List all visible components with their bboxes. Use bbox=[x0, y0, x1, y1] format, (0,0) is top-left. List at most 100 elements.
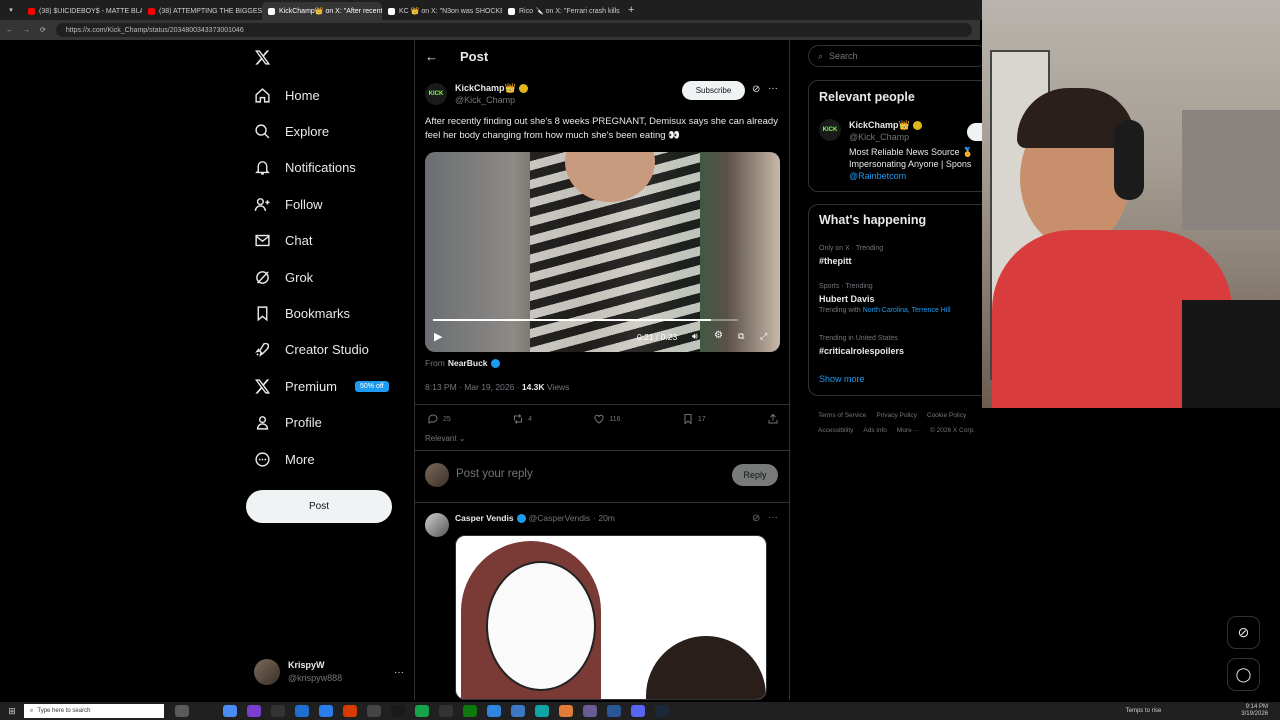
volume-icon[interactable]: 🔊︎ bbox=[692, 331, 698, 342]
post-author[interactable]: KICK KickChamp👑 @Kick_Champ bbox=[425, 82, 528, 106]
taskbar-app-icon[interactable] bbox=[343, 705, 357, 717]
back-arrow-icon[interactable]: ← bbox=[425, 49, 438, 64]
taskbar-app-icon[interactable] bbox=[463, 705, 477, 717]
like-action[interactable]: 116 bbox=[593, 413, 621, 425]
settings-icon[interactable]: ⚙ bbox=[714, 330, 723, 341]
footer-link[interactable]: More ··· bbox=[897, 427, 920, 434]
grok-float-button[interactable]: ⊘ bbox=[1227, 616, 1260, 649]
browser-tab[interactable]: (38) ATTEMPTING THE BIGGEST E× bbox=[142, 2, 262, 20]
taskbar-app-icon[interactable] bbox=[535, 705, 549, 717]
footer-link[interactable]: Privacy Policy bbox=[876, 412, 916, 419]
trend-extra[interactable]: North Carolina, Terrence Hill bbox=[863, 307, 951, 314]
like-count: 116 bbox=[609, 415, 621, 423]
post-timestamp[interactable]: 8:13 PM · Mar 19, 2026 · bbox=[425, 382, 522, 392]
taskbar-app-icon[interactable] bbox=[607, 705, 621, 717]
footer-link[interactable]: Terms of Service bbox=[818, 412, 866, 419]
taskbar-app-icon[interactable] bbox=[223, 705, 237, 717]
video-progress-track[interactable] bbox=[433, 319, 738, 321]
footer-link[interactable]: © 2026 X Corp. bbox=[930, 427, 975, 434]
reply-input[interactable]: Post your reply bbox=[456, 468, 533, 480]
back-icon[interactable]: ← bbox=[6, 27, 13, 34]
taskbar-app-icon[interactable] bbox=[319, 705, 333, 717]
tab-actions-icon[interactable]: ▾ bbox=[0, 6, 22, 14]
grok-icon[interactable]: ⊘ bbox=[752, 84, 760, 95]
footer-link[interactable]: Cookie Policy bbox=[927, 412, 966, 419]
repost-action[interactable]: 4 bbox=[512, 413, 532, 425]
replier-handle: @CasperVendis bbox=[528, 513, 591, 523]
replier-avatar[interactable] bbox=[425, 513, 449, 537]
more-dots-icon[interactable]: ··· bbox=[768, 83, 778, 94]
url-field[interactable]: https://x.com/Kick_Champ/status/20348003… bbox=[55, 23, 972, 37]
relevant-avatar[interactable]: KICK bbox=[819, 119, 841, 141]
taskbar-app-icon[interactable] bbox=[271, 705, 285, 717]
replier-name[interactable]: Casper Vendis bbox=[455, 513, 514, 523]
taskbar-app-icon[interactable] bbox=[559, 705, 573, 717]
nav-item-more[interactable]: More bbox=[246, 441, 315, 477]
taskbar-app-icon[interactable] bbox=[439, 705, 453, 717]
taskbar-app-icon[interactable] bbox=[487, 705, 501, 717]
taskbar-app-icon[interactable] bbox=[175, 705, 189, 717]
pip-icon[interactable]: ⧉ bbox=[738, 331, 744, 342]
fullscreen-icon[interactable]: ⤢ bbox=[760, 331, 767, 342]
from-user[interactable]: NearBuck bbox=[448, 358, 488, 368]
browser-tab[interactable]: (38) $UICIDEBOY$ - MATTE BLACK× bbox=[22, 2, 142, 20]
post-button[interactable]: Post bbox=[246, 490, 392, 523]
new-tab-button[interactable]: + bbox=[628, 4, 634, 16]
browser-tab[interactable]: KickChamp👑 on X: "After recentl× bbox=[262, 2, 382, 20]
subscribe-button[interactable]: Subscribe bbox=[682, 81, 745, 100]
taskbar-app-icon[interactable] bbox=[583, 705, 597, 717]
bookmark-action[interactable]: 17 bbox=[682, 413, 706, 425]
footer-link[interactable]: Accessibility bbox=[818, 427, 853, 434]
trend-item[interactable]: Sports · Trending Hubert Davis Trending wi… bbox=[819, 281, 994, 317]
more-dots-icon[interactable]: ··· bbox=[768, 512, 778, 523]
reply-action[interactable]: 25 bbox=[427, 413, 451, 425]
taskbar-app-icon[interactable] bbox=[391, 705, 405, 717]
footer-link[interactable]: Ads info bbox=[863, 427, 887, 434]
account-switcher[interactable]: KrispyW @krispyw888 ··· bbox=[254, 658, 404, 686]
more-dots-icon[interactable]: ··· bbox=[394, 667, 404, 678]
grok-icon[interactable]: ⊘ bbox=[752, 513, 760, 524]
taskbar-app-icon[interactable] bbox=[199, 705, 213, 717]
nav-item-profile[interactable]: Profile bbox=[246, 405, 322, 441]
forward-icon[interactable]: → bbox=[23, 27, 30, 34]
search-box[interactable]: ⌕ Search bbox=[808, 45, 988, 67]
show-more-link[interactable]: Show more bbox=[819, 374, 865, 384]
windows-start-icon[interactable]: ⊞ bbox=[0, 706, 24, 717]
person-icon bbox=[256, 416, 269, 430]
nav-label: Follow bbox=[285, 196, 323, 212]
taskbar-app-icon[interactable] bbox=[631, 705, 645, 717]
share-action[interactable] bbox=[767, 413, 779, 425]
nav-item-bookmarks[interactable]: Bookmarks bbox=[246, 295, 350, 331]
nav-item-premium[interactable]: Premium 50% off bbox=[246, 368, 389, 404]
nav-item-follow[interactable]: Follow bbox=[246, 186, 323, 222]
nav-item-grok[interactable]: Grok bbox=[246, 259, 313, 295]
trend-item[interactable]: Only on X · Trending #thepitt bbox=[819, 243, 994, 267]
nav-item-creator-studio[interactable]: Creator Studio bbox=[246, 332, 369, 368]
messages-float-button[interactable]: ◯ bbox=[1227, 658, 1260, 691]
play-icon[interactable]: ▶ bbox=[434, 330, 442, 343]
taskbar-app-icon[interactable] bbox=[247, 705, 261, 717]
taskbar-app-icon[interactable] bbox=[367, 705, 381, 717]
taskbar-app-icon[interactable] bbox=[415, 705, 429, 717]
reload-icon[interactable]: ⟳ bbox=[40, 26, 46, 34]
taskbar-app-icon[interactable] bbox=[511, 705, 525, 717]
whats-happening-card: What's happening Only on X · Trending #th… bbox=[808, 204, 998, 396]
browser-tab[interactable]: KC 👑 on X: "N3on was SHOCKED× bbox=[382, 2, 502, 20]
video-player[interactable]: ▶ 0:21 / 0:23 🔊︎ ⚙ ⧉ ⤢ bbox=[425, 152, 780, 352]
reply-button[interactable]: Reply bbox=[732, 464, 778, 486]
nav-item-notifications[interactable]: Notifications bbox=[246, 150, 356, 186]
taskbar-app-icon[interactable] bbox=[295, 705, 309, 717]
browser-tab[interactable]: Rico 🔪 on X: "Ferrari crash kills K× bbox=[502, 2, 622, 20]
nav-item-explore[interactable]: Explore bbox=[246, 113, 329, 149]
trend-item[interactable]: Trending in United States #criticalrolesp… bbox=[819, 333, 994, 357]
taskbar-search[interactable]: ⌕ Type here to search bbox=[24, 704, 164, 718]
nav-item-home[interactable]: Home bbox=[246, 77, 320, 113]
reply-avatar bbox=[425, 463, 449, 487]
taskbar-app-icon[interactable] bbox=[655, 705, 669, 717]
sort-dropdown[interactable]: Relevant ⌄ bbox=[425, 434, 466, 443]
nav-item-chat[interactable]: Chat bbox=[246, 223, 312, 259]
relevant-name[interactable]: KickChamp👑 bbox=[849, 119, 910, 131]
reply-image[interactable] bbox=[455, 535, 767, 700]
x-logo-icon[interactable] bbox=[254, 49, 271, 66]
relevant-bio-link[interactable]: @Rainbetcom bbox=[849, 170, 973, 182]
